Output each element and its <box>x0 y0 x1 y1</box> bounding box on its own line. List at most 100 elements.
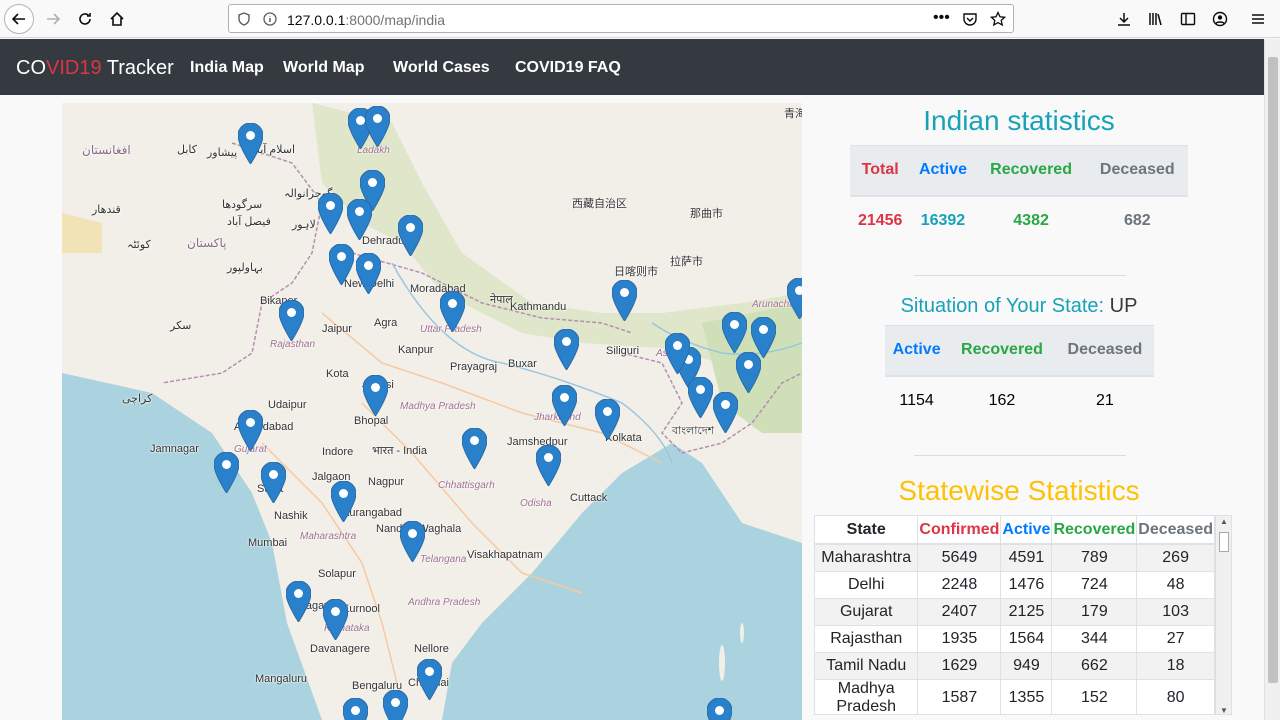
map-marker-icon[interactable] <box>238 410 263 451</box>
url-text: 127.0.0.1:8000/map/india <box>287 12 446 28</box>
map-marker-icon[interactable] <box>554 329 579 370</box>
map-place-label: Agra <box>374 317 398 329</box>
map-marker-icon[interactable] <box>595 399 620 440</box>
page-scrollbar[interactable] <box>1264 39 1280 720</box>
map-marker-icon[interactable] <box>286 581 311 622</box>
map-marker-icon[interactable] <box>552 385 577 426</box>
url-bar[interactable]: 127.0.0.1:8000/map/india ••• <box>228 4 1014 33</box>
map-place-label: Cuttack <box>570 492 608 504</box>
browser-toolbar: 127.0.0.1:8000/map/india ••• <box>0 0 1280 38</box>
nav-world-map[interactable]: World Map <box>283 59 364 77</box>
scroll-up-icon[interactable]: ▲ <box>1220 517 1228 526</box>
header-deceased: Deceased <box>1086 145 1188 197</box>
state-value-active: 1154 <box>899 392 934 409</box>
map-marker-icon[interactable] <box>238 123 263 164</box>
map-marker-icon[interactable] <box>318 193 343 234</box>
star-icon[interactable] <box>990 11 1006 27</box>
map-place-label: Chhattisgarh <box>438 480 495 491</box>
table-cell: 5649 <box>917 543 1002 571</box>
map-marker-icon[interactable] <box>214 452 239 493</box>
indian-stats-table: Total Active Recovered Deceased 21456 16… <box>850 145 1188 246</box>
table-cell: 18 <box>1136 651 1215 679</box>
map-marker-icon[interactable] <box>261 462 286 503</box>
table-cell: 724 <box>1051 570 1138 598</box>
table-row: Tamil Nadu 1629 949 662 18 <box>815 651 1215 679</box>
map-marker-icon[interactable] <box>440 291 465 332</box>
map-marker-icon[interactable] <box>365 106 390 147</box>
statewise-scrollbar[interactable]: ▲ ▼ <box>1215 516 1231 714</box>
indian-statistics-heading: Indian statistics <box>923 105 1115 136</box>
map-marker-icon[interactable] <box>722 312 747 353</box>
map-marker-icon[interactable] <box>665 333 690 374</box>
map-marker-icon[interactable] <box>400 521 425 562</box>
pocket-icon[interactable] <box>962 11 978 27</box>
map-marker-icon[interactable] <box>343 698 368 720</box>
map-marker-icon[interactable] <box>356 253 381 294</box>
map-place-label: کابل <box>177 144 197 156</box>
map-marker-icon[interactable] <box>417 659 442 700</box>
india-map[interactable]: افغانستان کابل پیشاور اسلام آباد Ladakh گوجرا… <box>62 103 802 720</box>
map-place-label: Mumbai <box>248 537 288 549</box>
page-scrollbar-thumb[interactable] <box>1268 57 1278 683</box>
table-cell: Madhya Pradesh <box>815 678 919 714</box>
map-marker-icon[interactable] <box>688 377 713 418</box>
nav-world-cases[interactable]: World Cases <box>393 59 490 77</box>
info-icon[interactable] <box>263 12 277 26</box>
map-marker-icon[interactable] <box>462 428 487 469</box>
map-marker-icon[interactable] <box>736 352 761 393</box>
state-header-recovered: Recovered <box>948 325 1056 377</box>
map-marker-icon[interactable] <box>329 244 354 285</box>
map-marker-icon[interactable] <box>536 445 561 486</box>
map-marker-icon[interactable] <box>279 300 304 341</box>
back-button[interactable] <box>4 4 34 34</box>
sidebar-icon[interactable] <box>1178 9 1198 29</box>
nav-india-map[interactable]: India Map <box>190 59 264 77</box>
header-recovered: Recovered <box>975 145 1087 197</box>
value-active: 16392 <box>920 212 966 229</box>
forward-button[interactable] <box>38 4 68 34</box>
map-place-label: भारत - India <box>372 445 427 457</box>
map-place-label: Indore <box>322 446 354 458</box>
map-marker-icon[interactable] <box>707 698 732 720</box>
brand-logo[interactable]: COVID19 Tracker <box>16 57 174 80</box>
table-cell: 1564 <box>1000 624 1053 652</box>
sw-header-deceased: Deceased <box>1136 516 1215 545</box>
map-place-label: Mangaluru <box>255 673 307 685</box>
map-place-label: سرگودھا <box>222 199 263 211</box>
map-marker-icon[interactable] <box>398 215 423 256</box>
map-place-label: Bhopal <box>354 415 389 427</box>
statewise-table-body: Maharashtra 5649 4591 789 269 Delhi 2248 1476 72… <box>815 543 1215 714</box>
table-cell: 152 <box>1051 678 1138 714</box>
home-button[interactable] <box>102 4 132 34</box>
more-actions-icon[interactable]: ••• <box>933 9 950 27</box>
table-cell: 269 <box>1136 543 1215 571</box>
arrow-right-icon <box>47 13 61 25</box>
scroll-down-icon[interactable]: ▼ <box>1220 706 1228 714</box>
value-total: 21456 <box>857 212 903 229</box>
reload-button[interactable] <box>70 4 100 34</box>
downloads-icon[interactable] <box>1114 9 1134 29</box>
map-marker-icon[interactable] <box>787 278 802 319</box>
statewise-table-scroll[interactable]: State Confirmed Active Recovered Decease… <box>814 515 1232 715</box>
map-marker-icon[interactable] <box>713 392 738 433</box>
table-cell: 2407 <box>917 597 1002 625</box>
map-marker-icon[interactable] <box>383 690 408 720</box>
divider <box>914 455 1126 456</box>
table-cell: Gujarat <box>815 597 919 625</box>
map-marker-icon[interactable] <box>323 599 348 640</box>
account-icon[interactable] <box>1210 9 1230 29</box>
map-place-label: Jaipur <box>322 323 352 335</box>
map-marker-icon[interactable] <box>347 199 372 240</box>
table-cell: 27 <box>1136 624 1215 652</box>
nav-covid19-faq[interactable]: COVID19 FAQ <box>515 59 621 77</box>
header-active: Active <box>910 145 976 197</box>
table-cell: Rajasthan <box>815 624 919 652</box>
map-marker-icon[interactable] <box>331 481 356 522</box>
map-marker-icon[interactable] <box>363 375 388 416</box>
menu-icon[interactable] <box>1248 9 1268 29</box>
map-marker-icon[interactable] <box>612 280 637 321</box>
statewise-scrollbar-thumb[interactable] <box>1219 532 1229 552</box>
map-place-label: বাংলাদেশ <box>672 425 715 437</box>
library-icon[interactable] <box>1146 9 1166 29</box>
map-place-label: Maharashtra <box>300 531 357 542</box>
